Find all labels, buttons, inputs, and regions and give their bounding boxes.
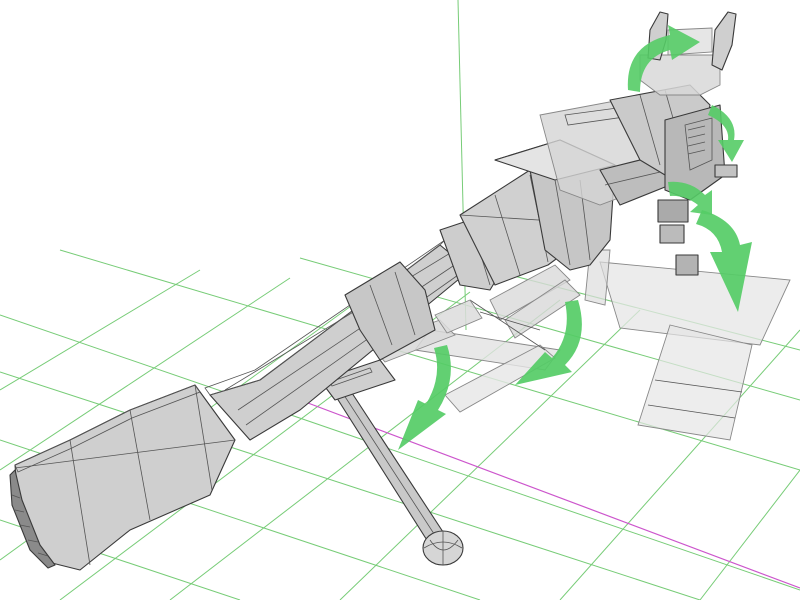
gun-model[interactable] [9,169,576,571]
stock-body[interactable] [639,54,721,96]
gear-block-lower[interactable] [659,224,685,244]
3d-viewport[interactable] [0,0,800,600]
translucent-base-plates[interactable] [584,249,791,441]
gridline [0,269,201,391]
rotate-arrow-icon[interactable] [398,345,451,450]
pin-block[interactable] [714,164,738,178]
base-plate-lower[interactable] [637,324,753,441]
claw-right[interactable] [711,11,737,71]
gridline [699,469,800,600]
gear-block-small[interactable] [675,254,699,276]
gear-block[interactable] [657,199,689,223]
scene-canvas[interactable] [0,0,800,600]
